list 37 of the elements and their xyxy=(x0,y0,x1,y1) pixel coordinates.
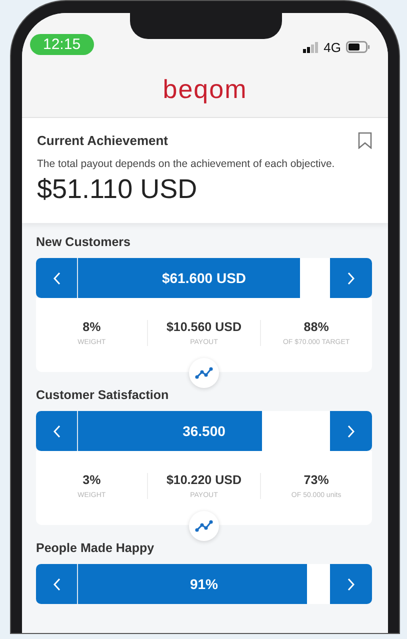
battery-icon xyxy=(346,41,370,53)
stat-value: 8% xyxy=(82,320,101,334)
stat-value: 73% xyxy=(304,473,329,487)
stat-value: $10.560 USD xyxy=(166,320,242,334)
chevron-right-icon xyxy=(347,578,355,590)
next-button[interactable] xyxy=(330,564,372,604)
progress-value: $61.600 USD xyxy=(162,270,246,286)
chevron-left-icon xyxy=(52,424,60,438)
total-amount: $51.110 USD xyxy=(37,174,198,205)
stat-value: 88% xyxy=(304,320,329,334)
brand-logo: beqom xyxy=(162,75,248,103)
card-title: Current Achievement xyxy=(37,133,168,148)
progress-value: 36.500 xyxy=(182,423,226,439)
network-label: 4G xyxy=(324,40,341,54)
objective-title: New Customers xyxy=(36,235,132,249)
chevron-left-icon xyxy=(52,578,60,590)
stat-value: 3% xyxy=(82,473,101,487)
status-time: 12:15 xyxy=(30,34,94,54)
signal-icon xyxy=(302,42,319,52)
objective-title: People Made Happy xyxy=(36,541,156,555)
chevron-right-icon xyxy=(347,272,355,284)
line-chart-icon xyxy=(195,520,213,532)
next-button[interactable] xyxy=(330,411,372,451)
chart-button[interactable] xyxy=(189,358,219,388)
chevron-left-icon xyxy=(52,272,60,284)
previous-button[interactable] xyxy=(36,258,78,298)
chevron-right-icon xyxy=(347,424,355,438)
line-chart-icon xyxy=(195,367,213,379)
previous-button[interactable] xyxy=(36,411,78,451)
stat-value: $10.220 USD xyxy=(166,473,242,487)
card-description: The total payout depends on the achievement of each objective. xyxy=(37,158,336,170)
bookmark-icon[interactable] xyxy=(358,132,372,149)
chart-button[interactable] xyxy=(189,511,219,541)
progress-value: 91% xyxy=(190,576,218,592)
objective-title: Customer Satisfaction xyxy=(36,388,170,402)
previous-button[interactable] xyxy=(36,564,78,604)
next-button[interactable] xyxy=(330,258,372,298)
